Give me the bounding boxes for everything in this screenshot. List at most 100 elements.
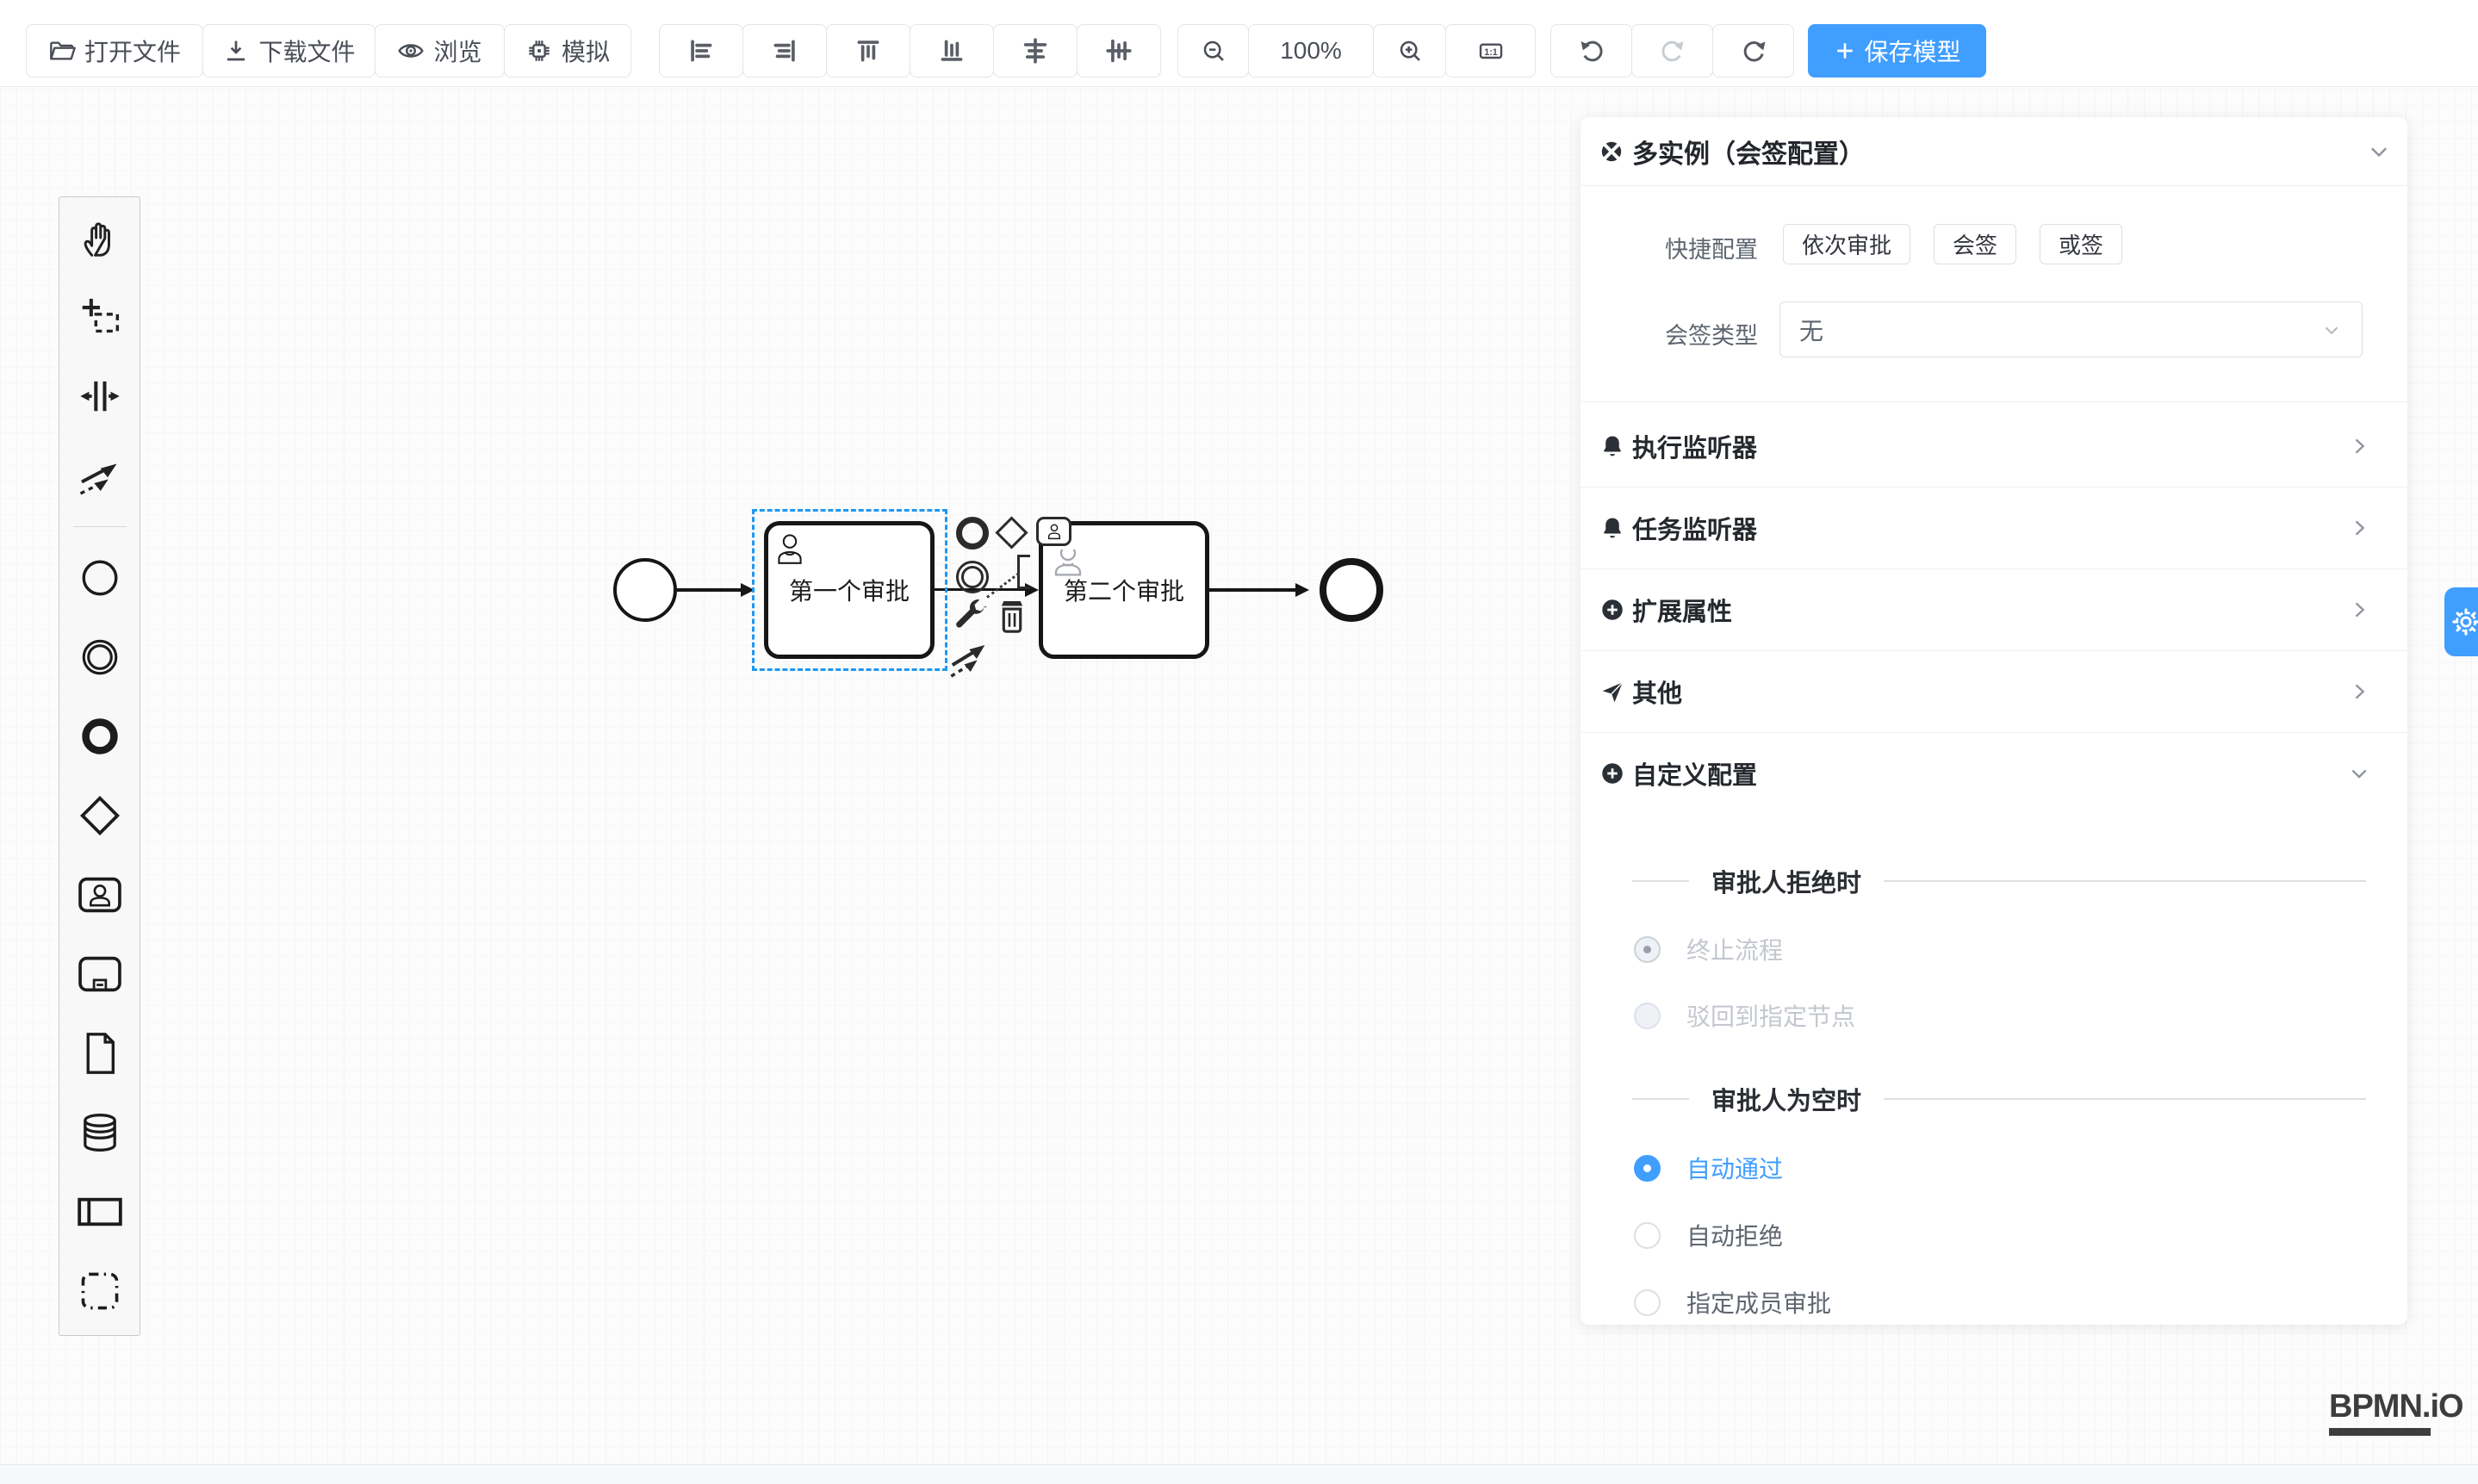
context-pad-append-text-annotation[interactable]	[987, 555, 1034, 602]
create-start-event[interactable]	[77, 555, 123, 601]
section-custom-config[interactable]: 自定义配置	[1581, 732, 2407, 814]
open-file-label: 打开文件	[84, 34, 181, 68]
save-model-button[interactable]: 保存模型	[1808, 24, 1986, 78]
preview-button[interactable]: 浏览	[375, 24, 505, 78]
radio-label: 驳回到指定节点	[1686, 998, 1855, 1033]
bell-icon	[1599, 515, 1625, 541]
start-event-shape[interactable]	[613, 558, 677, 622]
save-model-label: 保存模型	[1864, 34, 1960, 68]
end-event-shape[interactable]	[1320, 558, 1383, 622]
space-tool-icon	[78, 375, 121, 418]
section-execution-listener[interactable]: 执行监听器	[1581, 405, 2407, 487]
plus-circle-icon	[1599, 761, 1625, 786]
download-icon	[222, 37, 250, 65]
radio-auto-reject[interactable]: 自动拒绝	[1634, 1218, 1783, 1252]
zoom-out-button[interactable]	[1177, 24, 1249, 78]
logo-underline	[2329, 1428, 2431, 1436]
context-pad-trash-icon[interactable]	[997, 596, 1027, 640]
align-bottom-icon	[937, 36, 966, 65]
zoom-reset-button[interactable]: 1:1	[1445, 24, 1536, 78]
context-pad-append-end-event[interactable]	[956, 517, 989, 550]
section-label: 其他	[1632, 674, 1682, 710]
chevron-down-icon[interactable]	[2366, 139, 2392, 165]
chevron-right-icon	[2347, 516, 2371, 540]
context-pad-wrench-icon[interactable]	[951, 596, 989, 635]
redo-button[interactable]	[1631, 24, 1713, 78]
subprocess-icon	[78, 955, 122, 993]
quick-option-countersign[interactable]: 会签	[1934, 224, 2016, 264]
chevron-right-icon	[2347, 680, 2371, 704]
download-file-button[interactable]: 下载文件	[202, 24, 376, 78]
align-center-button[interactable]	[993, 24, 1078, 78]
simulate-button[interactable]: 模拟	[504, 24, 631, 78]
simulate-label: 模拟	[562, 34, 610, 68]
align-toolbar-group	[659, 24, 1161, 78]
intermediate-event-icon	[78, 636, 121, 679]
context-pad-connect-icon[interactable]	[949, 634, 991, 683]
user-task-icon	[1046, 523, 1062, 540]
align-left-button[interactable]	[659, 24, 743, 78]
plus-icon	[1833, 39, 1857, 63]
context-pad-append-intermediate-event[interactable]	[956, 561, 989, 593]
global-connect-tool[interactable]	[77, 452, 123, 499]
align-top-button[interactable]	[826, 24, 910, 78]
create-end-event[interactable]	[77, 713, 123, 760]
radio-assign-member[interactable]: 指定成员审批	[1634, 1285, 1831, 1319]
create-data-object[interactable]	[77, 1030, 123, 1077]
context-pad-append-gateway[interactable]	[1000, 521, 1023, 544]
eye-icon	[397, 37, 425, 65]
create-subprocess[interactable]	[77, 951, 123, 997]
align-bottom-button[interactable]	[910, 24, 994, 78]
section-other[interactable]: 其他	[1581, 650, 2407, 732]
create-gateway[interactable]	[77, 792, 123, 839]
align-middle-icon	[1104, 36, 1133, 65]
panel-header[interactable]: 多实例（会签配置）	[1581, 117, 2426, 185]
palette-separator	[73, 526, 127, 527]
radio-icon	[1634, 1155, 1661, 1182]
radio-auto-pass[interactable]: 自动通过	[1634, 1151, 1783, 1185]
properties-panel: 多实例（会签配置） 快捷配置 依次审批 会签 或签 会签类型 无	[1581, 117, 2407, 1325]
divider	[1884, 880, 2366, 882]
create-data-store[interactable]	[77, 1109, 123, 1156]
settings-side-tab[interactable]	[2444, 587, 2478, 656]
space-tool[interactable]	[77, 373, 123, 419]
reset-1-1-icon: 1:1	[1475, 37, 1506, 65]
radio-icon	[1634, 1222, 1661, 1249]
context-pad-append-user-task[interactable]	[1036, 517, 1071, 546]
sign-type-select[interactable]: 无	[1779, 301, 2363, 357]
zoom-level-value: 100%	[1280, 37, 1342, 65]
section-task-listener[interactable]: 任务监听器	[1581, 487, 2407, 568]
hand-tool[interactable]	[77, 214, 123, 261]
chevron-right-icon	[2347, 598, 2371, 622]
section-label: 执行监听器	[1632, 428, 1757, 464]
preview-label: 浏览	[433, 34, 481, 68]
zoom-toolbar-group: 100% 1:1	[1177, 24, 1536, 78]
create-intermediate-event[interactable]	[77, 634, 123, 680]
undo-icon	[1577, 36, 1606, 65]
radio-terminate-process[interactable]: 终止流程	[1634, 932, 1783, 966]
create-participant[interactable]	[77, 1189, 123, 1235]
open-file-button[interactable]: 打开文件	[26, 24, 203, 78]
quick-option-sequential[interactable]: 依次审批	[1783, 224, 1910, 264]
zoom-in-button[interactable]	[1373, 24, 1446, 78]
gear-icon	[2450, 606, 2478, 637]
undo-button[interactable]	[1550, 24, 1632, 78]
radio-icon	[1634, 936, 1661, 963]
reject-group-title: 审批人拒绝时	[1581, 863, 2407, 899]
tool-palette	[59, 196, 140, 1336]
radio-return-to-node[interactable]: 驳回到指定节点	[1634, 998, 1855, 1033]
lasso-tool[interactable]	[77, 294, 123, 340]
bpmn-io-logo[interactable]: BPMN.iO	[2329, 1388, 2463, 1436]
refresh-button[interactable]	[1712, 24, 1794, 78]
create-user-task[interactable]	[77, 872, 123, 918]
align-middle-button[interactable]	[1077, 24, 1161, 78]
quick-config-label: 快捷配置	[1603, 231, 1758, 264]
quick-option-orsign[interactable]: 或签	[2040, 224, 2122, 264]
align-right-button[interactable]	[742, 24, 827, 78]
section-label: 任务监听器	[1632, 510, 1757, 546]
empty-group-title: 审批人为空时	[1581, 1081, 2407, 1117]
section-extended-properties[interactable]: 扩展属性	[1581, 568, 2407, 650]
radio-label: 自动拒绝	[1686, 1218, 1783, 1252]
create-group[interactable]	[77, 1268, 123, 1314]
horizontal-scrollbar-track[interactable]	[0, 1464, 2478, 1484]
